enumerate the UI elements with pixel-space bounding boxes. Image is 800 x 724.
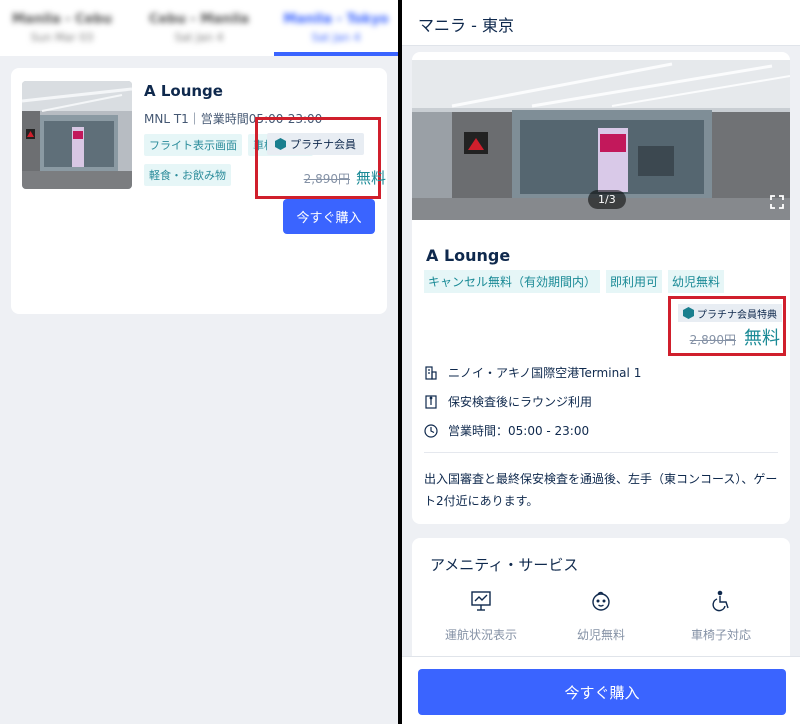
tab-route-label: Manila - Cebu <box>11 12 112 27</box>
policy-chips: キャンセル無料（有効期間内） 即利用可 幼児無料 <box>424 270 725 293</box>
bottom-action-bar: 今すぐ購入 <box>402 656 800 724</box>
info-security: 保安検査後にラウンジ利用 <box>424 387 778 416</box>
location-text: ニノイ・アキノ国際空港Terminal 1 <box>448 366 642 380</box>
wheelchair-icon <box>710 590 732 616</box>
price-row: 2,890円 無料 <box>304 167 386 188</box>
lounge-description: 出入国審査と最終保安検査を通過後、左手（東コンコース）、ゲート2付近にあります。 <box>424 472 778 508</box>
buy-now-button[interactable]: 今すぐ購入 <box>283 199 375 234</box>
platinum-benefit-label: プラチナ会員特典 <box>697 309 777 321</box>
lounge-thumbnail <box>22 81 132 189</box>
original-price: 2,890円 <box>303 172 350 186</box>
amenity-flight-status: 運航状況表示 <box>426 590 536 643</box>
lounge-title: A Lounge <box>144 82 223 100</box>
security-gate-icon <box>424 394 438 409</box>
feature-chip: フライト表示画面 <box>144 134 242 156</box>
tab-route-label: Cebu - Manila <box>148 12 249 27</box>
security-text: 保安検査後にラウンジ利用 <box>448 395 593 409</box>
amenity-wheelchair: 車椅子対応 <box>666 590 776 643</box>
right-panel: マニラ - 東京 1/3 A Lounge キャンセル無料（有効期間内） 即利用… <box>402 0 800 724</box>
expand-icon[interactable] <box>770 194 784 209</box>
original-price: 2,890円 <box>689 333 736 347</box>
lounge-detail-card: 1/3 A Lounge キャンセル無料（有効期間内） 即利用可 幼児無料 プラ… <box>412 52 790 524</box>
price-free: 無料 <box>355 169 386 187</box>
section-divider <box>424 452 778 453</box>
amenity-label: 運航状況表示 <box>444 628 517 642</box>
gallery-counter: 1/3 <box>588 190 626 209</box>
price-row: 2,890円 無料 <box>690 324 780 350</box>
route-title: マニラ - 東京 <box>418 16 514 35</box>
left-panel: Manila - Cebu Sun Mar 03 Cebu - Manila S… <box>0 0 398 724</box>
info-hours: 営業時間：05:00 - 23:00 <box>424 416 778 445</box>
amenities-title: アメニティ・サービス <box>430 556 579 574</box>
tab-route-1[interactable]: Manila - Cebu Sun Mar 03 <box>0 0 124 56</box>
hours-text: 営業時間：05:00 - 23:00 <box>448 424 590 438</box>
amenity-infant-free: 幼児無料 <box>546 590 656 643</box>
platinum-benefit-badge: プラチナ会員特典 <box>678 304 782 322</box>
tab-route-2[interactable]: Cebu - Manila Sat Jan 4 <box>124 0 274 56</box>
platinum-badge-label: プラチナ会員 <box>290 138 356 151</box>
policy-chip: キャンセル無料（有効期間内） <box>424 270 601 293</box>
clock-icon <box>424 423 438 438</box>
info-location: ニノイ・アキノ国際空港Terminal 1 <box>424 358 778 387</box>
platinum-badge: プラチナ会員 <box>267 133 364 155</box>
tab-route-label: Manila - Tokyo <box>283 12 389 27</box>
tab-route-date: Sun Mar 03 <box>30 31 94 44</box>
tab-route-date: Sat Jan 4 <box>311 31 361 44</box>
policy-chip: 幼児無料 <box>668 270 725 293</box>
amenity-label: 車椅子対応 <box>690 628 751 642</box>
feature-chip: 軽食・お飲み物 <box>144 164 231 186</box>
tab-route-date: Sat Jan 4 <box>174 31 224 44</box>
lounge-name: A Lounge <box>426 246 511 265</box>
active-tab-indicator <box>274 52 398 56</box>
building-icon <box>424 365 438 380</box>
platinum-icon <box>275 138 286 150</box>
flight-display-icon <box>470 590 492 616</box>
price-free: 無料 <box>744 328 780 349</box>
platinum-icon <box>683 307 694 319</box>
amenities-card: アメニティ・サービス 運航状況表示 幼児無料 車椅子対応 <box>412 538 790 668</box>
detail-header: マニラ - 東京 <box>402 0 800 46</box>
lounge-info-list: ニノイ・アキノ国際空港Terminal 1 保安検査後にラウンジ利用 営業時間：… <box>424 358 778 445</box>
baby-icon <box>590 590 612 616</box>
tab-route-3[interactable]: Manila - Tokyo Sat Jan 4 <box>274 0 398 56</box>
policy-chip: 即利用可 <box>606 270 663 293</box>
amenity-label: 幼児無料 <box>576 628 625 642</box>
buy-now-button[interactable]: 今すぐ購入 <box>418 669 786 715</box>
route-tab-bar: Manila - Cebu Sun Mar 03 Cebu - Manila S… <box>0 0 398 56</box>
